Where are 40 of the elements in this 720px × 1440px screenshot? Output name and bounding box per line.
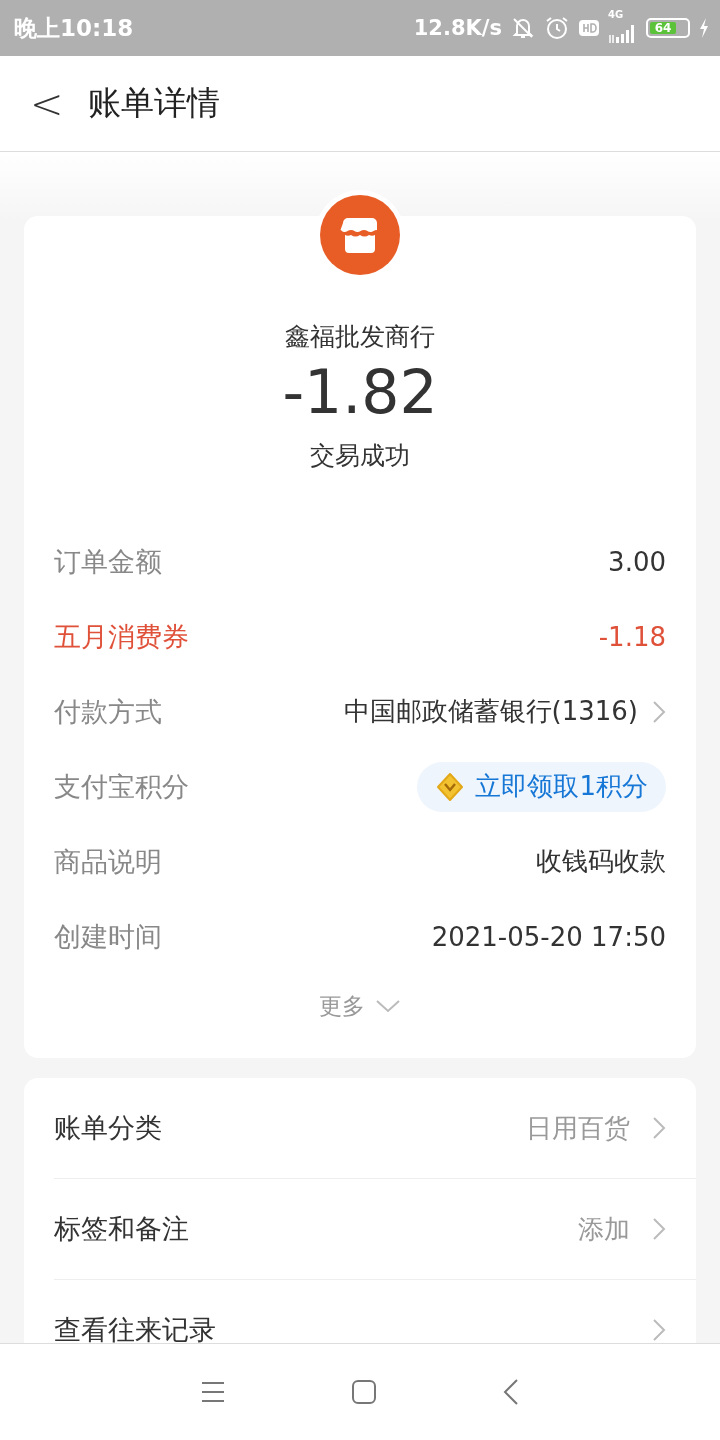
chevron-down-icon xyxy=(375,999,401,1013)
option-row[interactable]: 账单分类 日用百货 xyxy=(54,1078,696,1179)
detail-label: 订单金额 xyxy=(54,544,162,579)
back-button[interactable]: < xyxy=(30,80,60,127)
option-value: 日用百货 xyxy=(526,1111,630,1145)
chevron-right-icon xyxy=(652,1116,666,1140)
charging-icon xyxy=(698,17,710,39)
transaction-status: 交易成功 xyxy=(309,440,411,472)
amount: -1.82 xyxy=(281,357,439,427)
back-icon[interactable] xyxy=(503,1378,519,1406)
option-label: 标签和备注 xyxy=(54,1212,189,1246)
merchant-name: 鑫福批发商行 xyxy=(284,321,436,353)
coin-icon xyxy=(435,771,466,802)
claim-points-button[interactable]: 立即领取1积分 xyxy=(417,761,666,812)
option-label: 查看往来记录 xyxy=(54,1313,216,1347)
option-value: 添加 xyxy=(578,1212,630,1246)
chevron-right-icon xyxy=(652,1217,666,1241)
detail-value: 2021-05-20 17:50 xyxy=(431,921,666,952)
network-type: 4G xyxy=(608,9,624,20)
detail-label: 支付宝积分 xyxy=(54,769,189,804)
option-row[interactable]: 标签和备注 添加 xyxy=(54,1179,696,1280)
menu-icon[interactable] xyxy=(201,1381,225,1403)
bell-muted-icon xyxy=(510,15,536,41)
detail-value: 3.00 xyxy=(608,546,666,577)
detail-label: 商品说明 xyxy=(54,844,162,879)
status-time: 晚上10:18 xyxy=(14,13,134,43)
detail-label: 五月消费券 xyxy=(54,619,189,654)
home-icon[interactable] xyxy=(351,1379,377,1405)
detail-value: 中国邮政储蓄银行(1316) xyxy=(343,695,638,728)
detail-value: 收钱码收款 xyxy=(536,845,666,878)
page-title: 账单详情 xyxy=(88,82,220,124)
option-label: 账单分类 xyxy=(54,1111,162,1145)
network-speed: 12.8K/s xyxy=(413,16,502,40)
detail-label: 付款方式 xyxy=(54,694,162,729)
alarm-icon xyxy=(544,15,570,41)
detail-label: 创建时间 xyxy=(54,919,162,954)
battery-level: 64 xyxy=(650,22,676,34)
hd-icon xyxy=(578,18,600,38)
chevron-right-icon xyxy=(652,1318,666,1342)
detail-value: -1.18 xyxy=(598,621,666,652)
